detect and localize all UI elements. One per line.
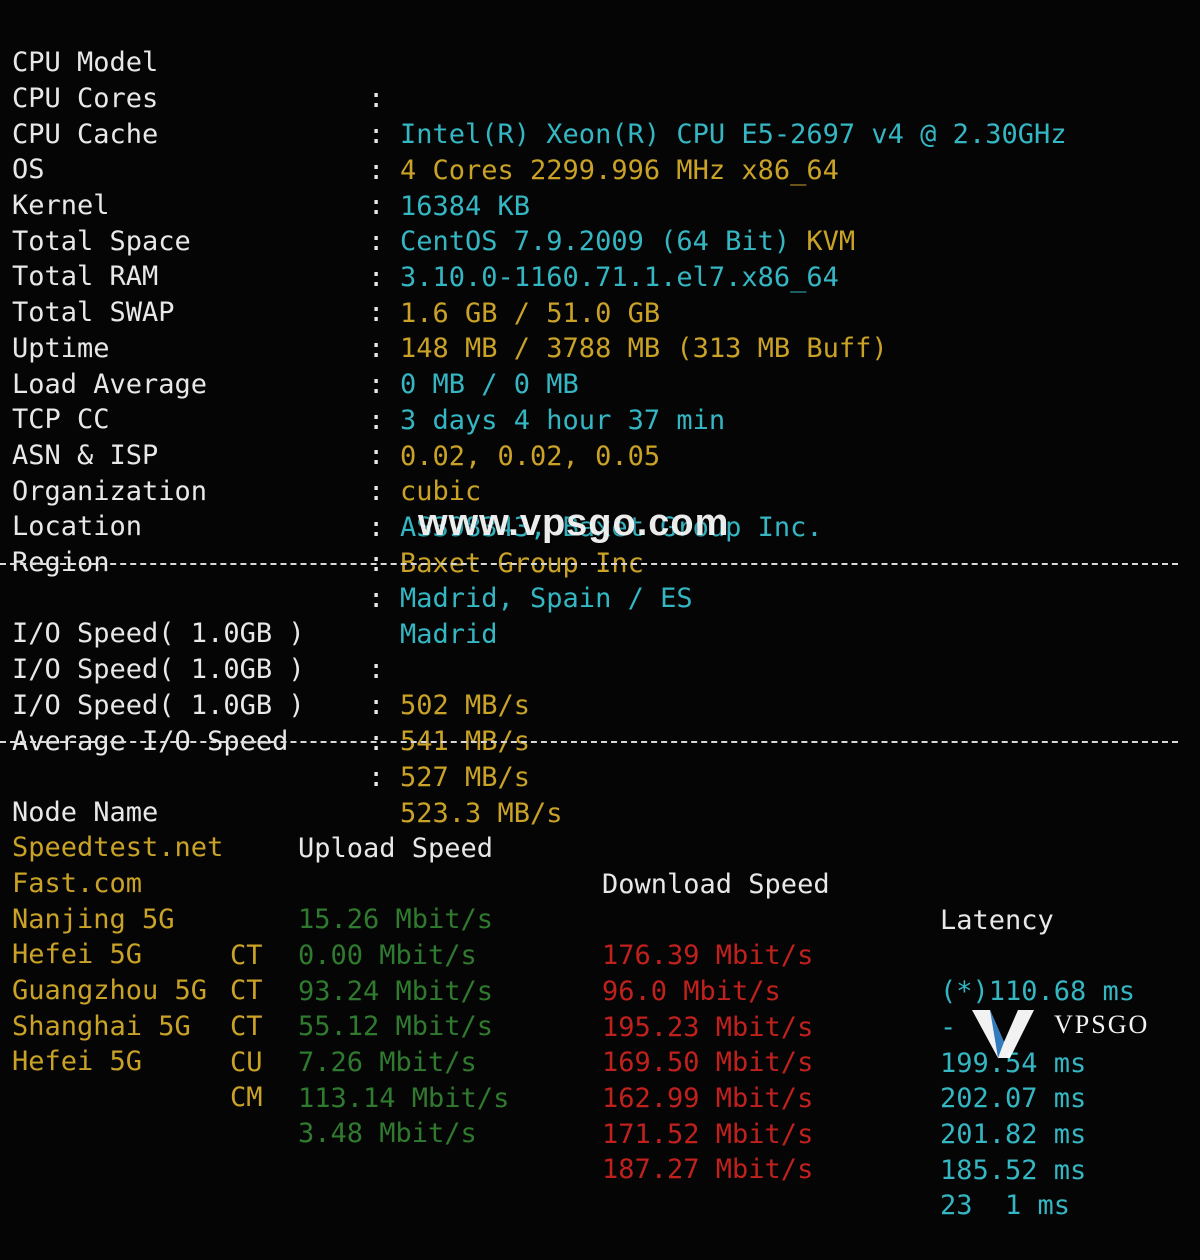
- io-separator: :: [368, 762, 385, 793]
- info-row-cpu-model: CPU Model : Intel(R) Xeon(R) CPU E5-2697…: [0, 9, 1066, 150]
- info-row-cpu-cores: CPU Cores : 4 Cores 2299.996 MHz x86_64: [0, 45, 839, 186]
- download-speed: 169.50 Mbit/s: [602, 1047, 814, 1078]
- info-value: Madrid, Spain / ES: [400, 583, 693, 614]
- info-separator: :: [368, 119, 385, 150]
- info-row-total-space: Total Space : 1.6 GB / 51.0 GB: [0, 188, 660, 329]
- v-logo-icon: [972, 1010, 1034, 1058]
- info-separator: :: [368, 83, 385, 114]
- os-name: CentOS 7.9.2009 (64 Bit): [400, 226, 791, 257]
- speedtest-header-row: Node Name Upload Speed Download Speed La…: [0, 759, 1054, 936]
- upload-speed: 0.00 Mbit/s: [298, 940, 477, 971]
- info-value: CentOS 7.9.2009 (64 Bit) KVM: [400, 224, 855, 260]
- download-speed: 176.39 Mbit/s: [602, 940, 814, 971]
- speedtest-row: Hefei 5G CT 55.12 Mbit/s 169.50 Mbit/s 2…: [0, 901, 1086, 1114]
- io-row: I/O Speed( 1.0GB ) : 527 MB/s: [0, 652, 530, 793]
- info-separator: :: [368, 226, 385, 257]
- upload-speed: 15.26 Mbit/s: [298, 904, 494, 935]
- speedtest-row: Fast.com 0.00 Mbit/s 96.0 Mbit/s -: [0, 830, 956, 1043]
- io-value: 523.3 MB/s: [400, 798, 563, 829]
- node-name: Hefei 5G: [12, 1046, 143, 1077]
- terminal-window: CPU Model : Intel(R) Xeon(R) CPU E5-2697…: [0, 0, 1200, 1221]
- info-value: 3 days 4 hour 37 min: [400, 405, 726, 436]
- info-separator: :: [368, 333, 385, 364]
- info-value: 0 MB / 0 MB: [400, 369, 579, 400]
- upload-speed: 113.14 Mbit/s: [298, 1083, 510, 1114]
- latency: 185.52 ms: [940, 1155, 1087, 1186]
- io-value: 502 MB/s: [400, 690, 531, 721]
- info-separator: :: [368, 262, 385, 293]
- speedtest-row: Guangzhou 5G CT 7.26 Mbit/s 162.99 Mbit/…: [0, 937, 1086, 1150]
- info-separator: :: [368, 297, 385, 328]
- watermark-text: www.vpsgo.com: [418, 502, 730, 544]
- header-download-speed: Download Speed: [602, 869, 830, 900]
- node-isp: CT: [230, 975, 263, 1006]
- info-separator: :: [368, 405, 385, 436]
- info-row-total-swap: Total SWAP : 0 MB / 0 MB: [0, 259, 579, 400]
- info-row-total-ram: Total RAM : 148 MB / 3788 MB (313 MB Buf…: [0, 223, 888, 364]
- download-speed: 187.27 Mbit/s: [602, 1154, 814, 1185]
- io-separator: :: [368, 690, 385, 721]
- info-row-os: OS : CentOS 7.9.2009 (64 Bit) KVM: [0, 116, 855, 257]
- download-speed: 162.99 Mbit/s: [602, 1083, 814, 1114]
- node-isp: CT: [230, 940, 263, 971]
- upload-speed: 7.26 Mbit/s: [298, 1047, 477, 1078]
- speedtest-row: Speedtest.net 15.26 Mbit/s 176.39 Mbit/s…: [0, 794, 1135, 1007]
- info-separator: :: [368, 440, 385, 471]
- latency: 23 1 ms: [940, 1190, 1071, 1221]
- divider-line: [0, 563, 1178, 565]
- io-separator: :: [368, 654, 385, 685]
- node-isp: CT: [230, 1011, 263, 1042]
- info-value: Madrid: [400, 619, 498, 650]
- vpsgo-logo: VPSGO: [968, 1004, 1200, 1059]
- latency: 201.82 ms: [940, 1119, 1087, 1150]
- info-separator: :: [368, 512, 385, 543]
- speedtest-row: Shanghai 5G CU 113.14 Mbit/s 171.52 Mbit…: [0, 973, 1086, 1186]
- node-isp: CM: [230, 1082, 263, 1113]
- header-latency: Latency: [940, 905, 1054, 936]
- info-value: 3.10.0-1160.71.1.el7.x86_64: [400, 262, 839, 293]
- info-separator: :: [368, 476, 385, 507]
- upload-speed: 3.48 Mbit/s: [298, 1118, 477, 1149]
- info-row-load-average: Load Average : 0.02, 0.02, 0.05: [0, 331, 660, 472]
- info-row-uptime: Uptime : 3 days 4 hour 37 min: [0, 295, 725, 436]
- io-row: I/O Speed( 1.0GB ) : 502 MB/s: [0, 580, 530, 721]
- download-speed: 171.52 Mbit/s: [602, 1119, 814, 1150]
- latency: -: [940, 1012, 957, 1043]
- io-row-average: Average I/O Speed : 523.3 MB/s: [0, 688, 563, 829]
- info-row-kernel: Kernel : 3.10.0-1160.71.1.el7.x86_64: [0, 152, 839, 293]
- info-row-location: Location : Madrid, Spain / ES: [0, 473, 693, 614]
- latency: 202.07 ms: [940, 1083, 1087, 1114]
- info-value: 0.02, 0.02, 0.05: [400, 441, 661, 472]
- io-value: 527 MB/s: [400, 762, 531, 793]
- info-row-region: Region : Madrid: [0, 509, 498, 650]
- logo-text: VPSGO: [1054, 1010, 1150, 1039]
- node-isp: CU: [230, 1047, 263, 1078]
- info-row-organization: Organization : Baxet Group Inc: [0, 438, 644, 579]
- upload-speed: 93.24 Mbit/s: [298, 976, 494, 1007]
- info-separator: :: [368, 190, 385, 221]
- info-value: 1.6 GB / 51.0 GB: [400, 298, 661, 329]
- info-value: 148 MB / 3788 MB (313 MB Buff): [400, 333, 888, 364]
- info-separator: :: [368, 583, 385, 614]
- info-row-asn-isp: ASN & ISP : AS398343, Baxet Group Inc.: [0, 402, 823, 543]
- info-separator: :: [368, 369, 385, 400]
- header-upload-speed: Upload Speed: [298, 833, 494, 864]
- speedtest-row: Hefei 5G CM 3.48 Mbit/s 187.27 Mbit/s 23…: [0, 1008, 1070, 1221]
- virtualization-type: KVM: [806, 226, 856, 257]
- info-value: 4 Cores 2299.996 MHz x86_64: [400, 155, 839, 186]
- download-speed: 96.0 Mbit/s: [602, 976, 781, 1007]
- speedtest-row: Nanjing 5G CT 93.24 Mbit/s 195.23 Mbit/s…: [0, 866, 1086, 1079]
- upload-speed: 55.12 Mbit/s: [298, 1011, 494, 1042]
- divider-line: [0, 741, 1178, 743]
- info-value: 16384 KB: [400, 191, 531, 222]
- info-row-tcp-cc: TCP CC : cubic: [0, 366, 481, 507]
- download-speed: 195.23 Mbit/s: [602, 1012, 814, 1043]
- info-value: Intel(R) Xeon(R) CPU E5-2697 v4 @ 2.30GH…: [400, 119, 1067, 150]
- info-row-cpu-cache: CPU Cache : 16384 KB: [0, 81, 530, 222]
- info-separator: :: [368, 155, 385, 186]
- io-row: I/O Speed( 1.0GB ) : 541 MB/s: [0, 616, 530, 757]
